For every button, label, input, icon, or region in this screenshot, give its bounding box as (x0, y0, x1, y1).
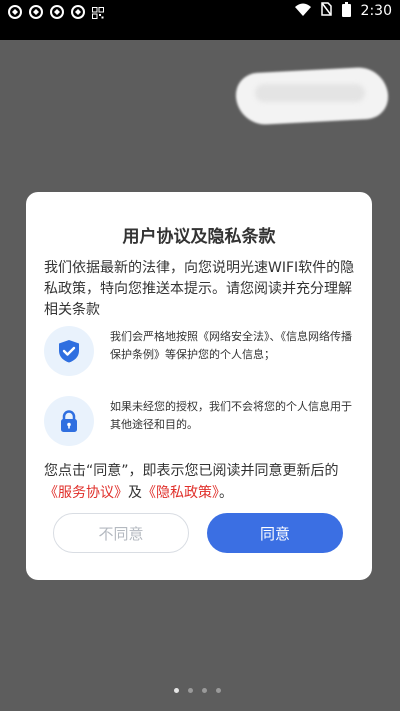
agree-button[interactable]: 同意 (207, 513, 343, 553)
disagree-button[interactable]: 不同意 (53, 513, 189, 553)
privacy-policy-link[interactable]: 《隐私政策》 (142, 485, 219, 501)
privacy-point: 我们会严格地按照《网络安全法》、《信息网络传播保护条例》等保护您的个人信息； (44, 326, 362, 376)
consent-text: 您点击“同意”，即表示您已阅读并同意更新后的 (44, 463, 339, 479)
privacy-point: 如果未经您的授权，我们不会将您的个人信息用于其他途径和目的。 (44, 396, 362, 446)
page-indicator (174, 688, 221, 693)
status-bar-system: 2:30 (294, 0, 392, 22)
qr-icon (92, 4, 106, 19)
notification-icon (50, 4, 64, 19)
dialog-intro: 我们依据最新的法律，向您说明光速WIFI软件的隐私政策，特向您推送本提示。请您阅… (44, 260, 355, 318)
consent-notice: 您点击“同意”，即表示您已阅读并同意更新后的《服务协议》及《隐私政策》。 (44, 460, 360, 504)
privacy-point-text: 如果未经您的授权，我们不会将您的个人信息用于其他途径和目的。 (110, 400, 352, 431)
battery-icon (341, 1, 351, 21)
privacy-dialog: 用户协议及隐私条款 我们依据最新的法律，向您说明光速WIFI软件的隐私政策，特向… (26, 192, 372, 580)
privacy-point-text: 我们会严格地按照《网络安全法》、《信息网络传播保护条例》等保护您的个人信息； (110, 330, 352, 361)
page-dot (188, 688, 193, 693)
notification-icon (71, 4, 85, 19)
page-dot (216, 688, 221, 693)
status-bar: 2:30 (0, 0, 400, 40)
consent-text: 及 (128, 485, 142, 501)
status-bar-notifications (8, 0, 106, 22)
notification-icon (29, 4, 43, 19)
service-agreement-link[interactable]: 《服务协议》 (44, 485, 128, 501)
dialog-title: 用户协议及隐私条款 (122, 227, 276, 247)
page-dot (174, 688, 179, 693)
consent-text: 。 (219, 485, 233, 501)
page-dot (202, 688, 207, 693)
clock: 2:30 (360, 3, 392, 19)
notification-icon (8, 4, 22, 19)
no-sim-icon (320, 2, 332, 20)
lock-icon (44, 396, 94, 446)
background-smudge (255, 84, 365, 102)
wifi-icon (294, 3, 311, 20)
shield-check-icon (44, 326, 94, 376)
